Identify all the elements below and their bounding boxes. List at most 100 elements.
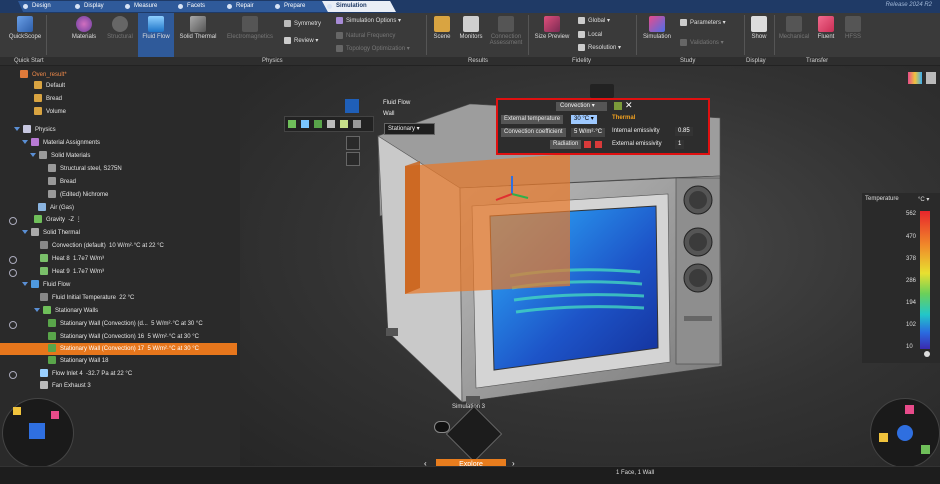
inlet-icon: [40, 369, 48, 378]
legend-unit-dropdown[interactable]: °C ▾: [918, 196, 929, 203]
local-button[interactable]: Local: [578, 31, 602, 38]
expand-icon[interactable]: [34, 308, 40, 313]
tree-material-assignments[interactable]: Material Assignments: [22, 137, 100, 149]
tree-fluid-flow[interactable]: Fluid Flow: [22, 279, 70, 291]
tree-heat8[interactable]: Heat 8 1.7e7 W/m³: [40, 253, 104, 265]
opening-tool-icon[interactable]: [353, 120, 361, 128]
quickscope-button[interactable]: QuickScope: [6, 16, 44, 40]
simulation-count-badge[interactable]: [434, 421, 450, 433]
close-icon[interactable]: ✕: [625, 101, 633, 110]
tree-default[interactable]: Default: [34, 80, 65, 92]
radiation-toggle-icon[interactable]: [584, 141, 591, 148]
legend-settings-icon[interactable]: [924, 351, 930, 357]
radiation-options-icon[interactable]: [595, 141, 602, 148]
inlet-tool-icon[interactable]: [301, 120, 309, 128]
solid-thermal-tree-label: Solid Thermal: [43, 230, 80, 236]
tree-steel[interactable]: Structural steel, S275N: [48, 163, 122, 175]
face-tool-icon[interactable]: [314, 120, 322, 128]
simulation-options-button[interactable]: Simulation Options ▾: [336, 17, 401, 24]
view-options-icon[interactable]: [908, 72, 922, 84]
tree-heat9[interactable]: Heat 9 1.7e7 W/m³: [40, 266, 104, 278]
tree-fluid-initial-temperature[interactable]: Fluid Initial Temperature 22 °C: [40, 292, 134, 304]
pin-icon[interactable]: [614, 102, 622, 110]
tree-gravity[interactable]: Gravity -Z ⋮: [34, 214, 82, 226]
tree-wall-16[interactable]: Stationary Wall (Convection) 16 5 W/m²·°…: [48, 331, 199, 343]
physics-label: Physics: [35, 127, 56, 133]
gear-icon[interactable]: [9, 256, 17, 264]
boundary-type-dropdown[interactable]: Convection ▾: [556, 102, 607, 111]
symmetry-tool-icon[interactable]: [340, 120, 348, 128]
tree-wall-default[interactable]: Stationary Wall (Convection) (d... 5 W/m…: [48, 318, 203, 330]
tree-wall-17[interactable]: Stationary Wall (Convection) 17 5 W/m²·°…: [0, 343, 237, 355]
validations-button[interactable]: Validations ▾: [680, 39, 724, 46]
simulation-cube-icon[interactable]: [905, 405, 914, 414]
monitors-button[interactable]: Monitors: [456, 16, 486, 40]
tree-solid-materials[interactable]: Solid Materials: [30, 150, 90, 162]
monitor-icon[interactable]: [879, 433, 888, 442]
hfss-button[interactable]: HFSS: [840, 16, 866, 40]
wall-tool-icon[interactable]: [288, 120, 296, 128]
view-settings-icon[interactable]: [926, 72, 936, 84]
run-icon[interactable]: [897, 425, 913, 441]
tree-stationary-walls[interactable]: Stationary Walls: [34, 305, 98, 317]
tree-physics[interactable]: Physics: [14, 124, 56, 136]
structural-button[interactable]: Structural: [102, 16, 138, 40]
internal-emissivity-field[interactable]: 0.85: [675, 127, 693, 136]
fluent-button[interactable]: Fluent: [812, 16, 840, 40]
solid-thermal-button[interactable]: Solid Thermal: [176, 16, 220, 40]
zoom-fit-icon[interactable]: [51, 411, 59, 419]
tree-fan-exhaust[interactable]: Fan Exhaust 3: [40, 380, 91, 392]
check-icon[interactable]: [346, 152, 360, 166]
symmetry-button[interactable]: Symmetry: [284, 20, 321, 27]
tree-bread-material[interactable]: Bread: [48, 176, 76, 188]
fluid-init-label: Fluid Initial Temperature: [52, 295, 116, 301]
expand-icon[interactable]: [14, 127, 20, 132]
tree-flow-inlet[interactable]: Flow Inlet 4 -32.7 Pa at 22 °C: [40, 368, 132, 380]
tree-air[interactable]: Air (Gas): [38, 202, 74, 214]
size-preview-button[interactable]: Size Preview: [532, 16, 572, 40]
fan-tool-icon[interactable]: [327, 120, 335, 128]
simulation-wheel[interactable]: [870, 398, 940, 468]
tree-nichrome[interactable]: (Edited) Nichrome: [48, 189, 108, 201]
select-cursor-icon[interactable]: [345, 99, 359, 113]
mechanical-button[interactable]: Mechanical: [776, 16, 812, 40]
tab-simulation[interactable]: Simulation: [322, 1, 396, 12]
parameters-icon: [680, 19, 687, 26]
tree-convection-default[interactable]: Convection (default) 10 W/m²·°C at 22 °C: [40, 240, 164, 252]
expand-icon[interactable]: [30, 153, 36, 158]
view-cube-wheel[interactable]: [2, 398, 74, 468]
parameters-button[interactable]: Parameters ▾: [680, 19, 726, 26]
convection-coefficient-field[interactable]: 5 W/m²·°C: [571, 128, 606, 137]
topology-optimization-button[interactable]: Topology Optimization ▾: [336, 45, 410, 52]
connection-assessment-button[interactable]: Connection Assessment: [486, 16, 526, 46]
expand-icon[interactable]: [22, 282, 28, 287]
simulation-button[interactable]: Simulation: [638, 16, 676, 40]
gear-icon[interactable]: [9, 321, 17, 329]
wall-type-dropdown[interactable]: Stationary ▾: [384, 123, 435, 135]
resolution-button[interactable]: Resolution ▾: [578, 44, 621, 51]
expand-icon[interactable]: [22, 140, 28, 145]
show-button[interactable]: Show: [748, 16, 770, 40]
tree-solid-thermal[interactable]: Solid Thermal: [22, 227, 80, 239]
fluid-flow-button[interactable]: Fluid Flow: [138, 13, 174, 57]
external-emissivity-field[interactable]: 1: [675, 140, 685, 149]
tree-bread[interactable]: Bread: [34, 93, 62, 105]
tree-wall-18[interactable]: Stationary Wall 18: [48, 355, 108, 367]
natural-frequency-button[interactable]: Natural Frequency: [336, 32, 395, 39]
gravity-icon: [34, 215, 42, 224]
gear-icon[interactable]: [9, 371, 17, 379]
expand-icon[interactable]: [22, 230, 28, 235]
external-temperature-field[interactable]: 30 °C ▾: [571, 115, 597, 124]
global-button[interactable]: Global ▾: [578, 17, 610, 24]
gear-icon[interactable]: [9, 217, 17, 225]
materials-button[interactable]: Materials: [66, 16, 102, 40]
tree-volume[interactable]: Volume: [34, 106, 66, 118]
electromagnetics-button[interactable]: Electromagnetics: [222, 16, 278, 40]
review-button[interactable]: Review ▾: [284, 37, 318, 44]
view-cube-icon[interactable]: [29, 423, 45, 439]
scene-button[interactable]: Scene: [430, 16, 454, 40]
home-icon[interactable]: [13, 407, 21, 415]
gear-icon[interactable]: [9, 269, 17, 277]
eyedropper-icon[interactable]: [346, 136, 360, 150]
chart-icon[interactable]: [921, 445, 930, 454]
